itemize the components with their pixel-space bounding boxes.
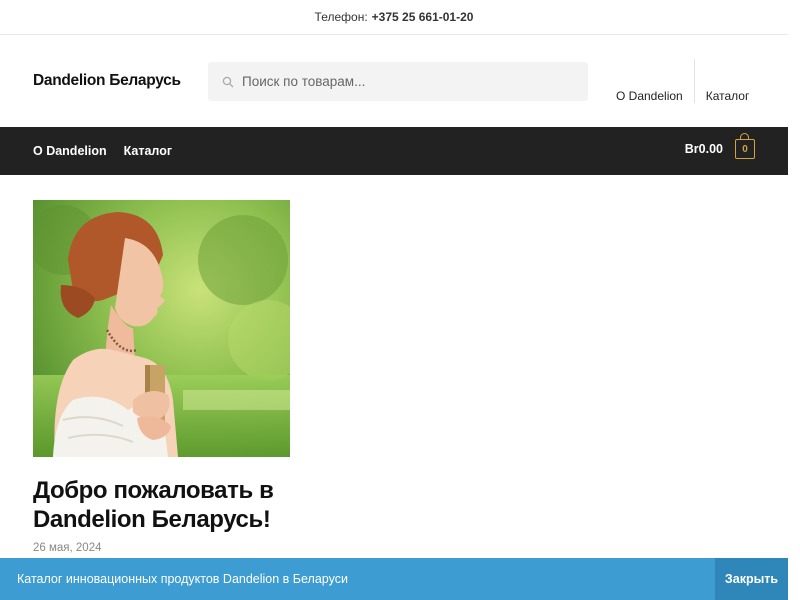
- primary-nav: O Dandelion Каталог: [0, 144, 189, 158]
- secondary-nav: O Dandelion Каталог: [605, 59, 760, 105]
- phone-label: Телефон:: [314, 10, 368, 24]
- search-box: [208, 62, 588, 101]
- cart-count: 0: [742, 143, 748, 155]
- close-notice-button[interactable]: Закрыть: [715, 558, 788, 600]
- post-date: 26 мая, 2024: [33, 542, 102, 554]
- store-notice-text: Каталог инновационных продуктов Dandelio…: [17, 572, 348, 586]
- secondary-nav-catalog[interactable]: Каталог: [695, 89, 761, 105]
- nav-item-catalog[interactable]: Каталог: [124, 144, 172, 158]
- post-featured-image[interactable]: [33, 200, 290, 457]
- scrollbar-track: [788, 0, 800, 600]
- phone-number[interactable]: +375 25 661-01-20: [372, 10, 474, 24]
- store-notice-bar: Каталог инновационных продуктов Dandelio…: [0, 558, 788, 600]
- secondary-nav-about[interactable]: O Dandelion: [605, 89, 694, 105]
- woman-in-park-image: [33, 200, 290, 457]
- page: Телефон: +375 25 661-01-20 Dandelion Бел…: [0, 0, 788, 600]
- nav-item-about[interactable]: O Dandelion: [33, 144, 107, 158]
- search-icon: [222, 76, 234, 88]
- top-info-bar: Телефон: +375 25 661-01-20: [0, 0, 788, 35]
- cart-button[interactable]: Br0.00 0: [684, 133, 755, 159]
- cart-amount: Br0.00: [684, 142, 723, 156]
- site-title[interactable]: Dandelion Беларусь: [33, 72, 181, 90]
- search-input[interactable]: [242, 74, 562, 89]
- cart-bag-icon: 0: [735, 133, 755, 159]
- primary-navbar: O Dandelion Каталог Br0.00 0: [0, 127, 788, 175]
- site-header: Dandelion Беларусь O Dandelion Каталог: [0, 35, 788, 127]
- post-title[interactable]: Добро пожаловать в Dandelion Беларусь!: [33, 476, 333, 534]
